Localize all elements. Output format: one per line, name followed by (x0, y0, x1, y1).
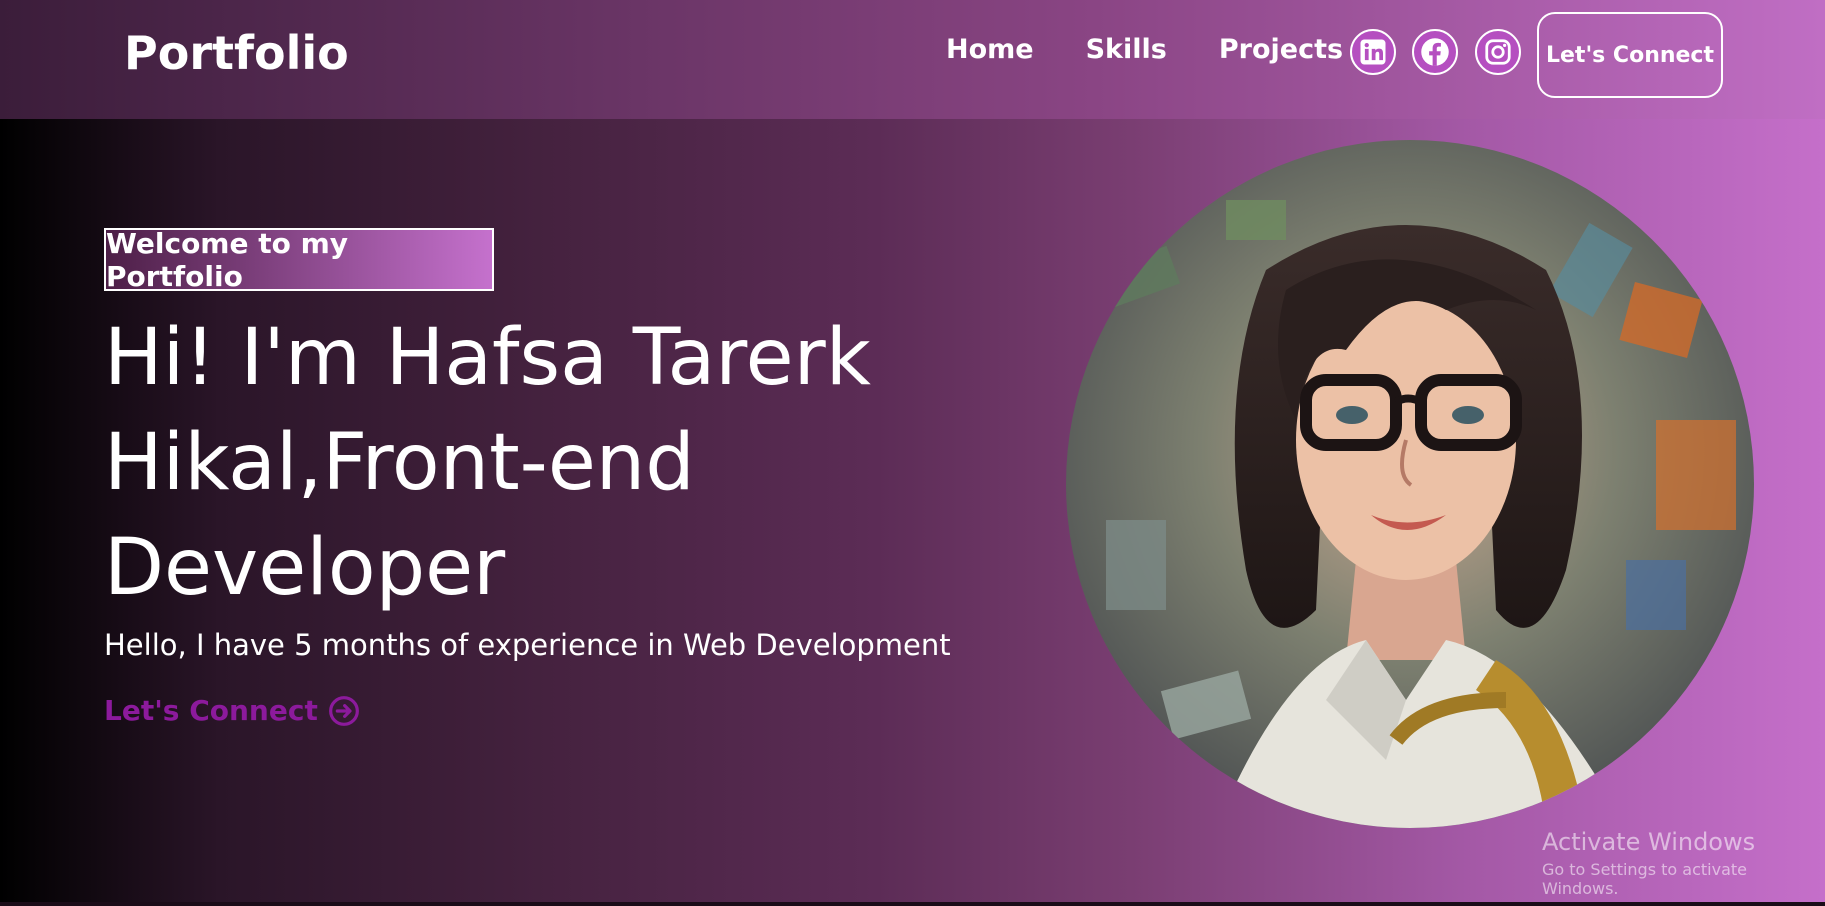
windows-activation-watermark: Activate Windows Go to Settings to activ… (1542, 828, 1825, 898)
hero-connect-link[interactable]: Let's Connect (104, 694, 360, 727)
hero-connect-label: Let's Connect (104, 694, 318, 727)
instagram-button[interactable] (1475, 29, 1521, 75)
nav-link-skills[interactable]: Skills (1086, 34, 1167, 65)
nav-link-home[interactable]: Home (946, 34, 1034, 65)
hero-headline: Hi! I'm Hafsa Tarerk Hikal,Front-end Dev… (104, 313, 871, 613)
watermark-title: Activate Windows (1542, 828, 1756, 856)
nav-link-projects[interactable]: Projects (1219, 34, 1343, 65)
hero-subtext: Hello, I have 5 months of experience in … (104, 628, 951, 662)
nav-connect-button[interactable]: Let's Connect (1537, 12, 1723, 98)
nav-links: Home Skills Projects (946, 34, 1343, 65)
brand-logo[interactable]: Portfolio (124, 26, 349, 80)
bottom-divider (0, 902, 1825, 906)
instagram-icon (1485, 39, 1511, 65)
linkedin-icon (1360, 39, 1386, 65)
welcome-tagline: Welcome to my Portfolio (104, 227, 494, 293)
facebook-icon (1421, 38, 1449, 66)
arrow-right-circle-icon (328, 695, 359, 726)
facebook-button[interactable] (1412, 29, 1458, 75)
watermark-subtitle: Go to Settings to activate Windows. (1542, 860, 1747, 898)
portrait-image (1066, 140, 1754, 828)
linkedin-button[interactable] (1350, 29, 1396, 75)
navbar: Portfolio Home Skills Projects Let's Con… (0, 0, 1825, 119)
